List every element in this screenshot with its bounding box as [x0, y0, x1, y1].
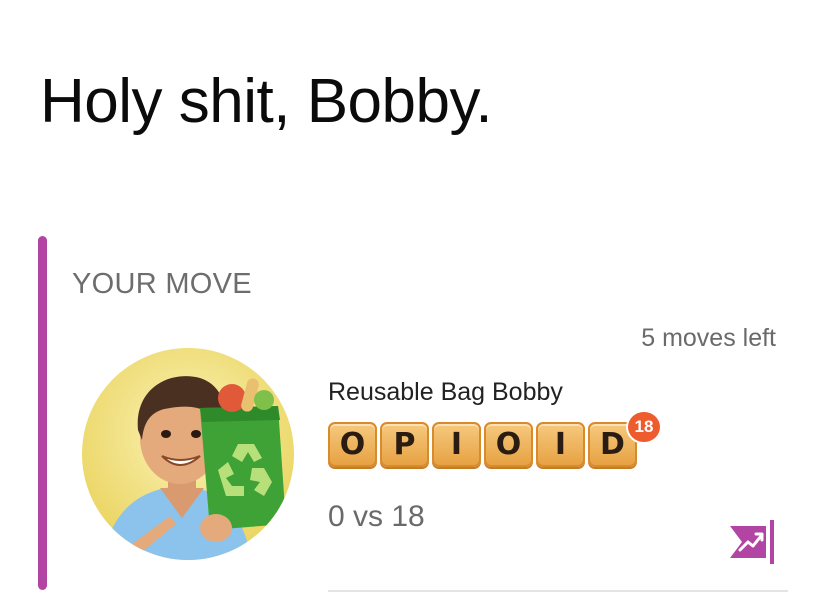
opponent-avatar[interactable]: [82, 348, 294, 560]
letter-tile: P: [380, 422, 429, 467]
match-score: 0 vs 18: [328, 500, 425, 533]
trend-chart-icon[interactable]: [728, 518, 778, 566]
divider: [328, 590, 788, 592]
section-label: YOUR MOVE: [72, 268, 252, 300]
letter-tile: O: [328, 422, 377, 467]
headline: Holy shit, Bobby.: [40, 67, 493, 136]
word-tiles: O P I O I D: [328, 422, 637, 467]
opponent-name: Reusable Bag Bobby: [328, 378, 563, 406]
avatar-illustration: [82, 348, 294, 560]
letter-tile: O: [484, 422, 533, 467]
moves-left-text: 5 moves left: [641, 324, 776, 352]
card-accent-bar: [38, 236, 47, 590]
letter-tile: I: [536, 422, 585, 467]
word-score-badge: 18: [626, 410, 662, 444]
letter-tile: I: [432, 422, 481, 467]
